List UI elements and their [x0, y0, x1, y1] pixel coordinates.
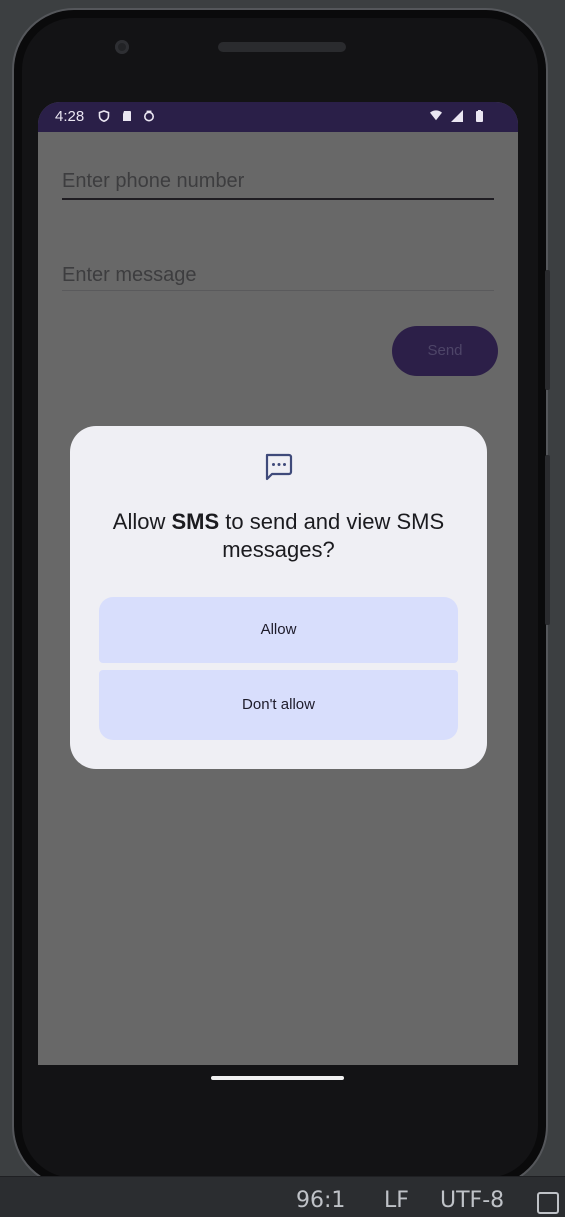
signal-icon — [451, 110, 463, 122]
earpiece-speaker — [218, 42, 346, 52]
status-time: 4:28 — [55, 108, 85, 125]
android-status-bar: 4:28 — [38, 102, 518, 132]
sync-icon — [144, 110, 154, 122]
dont-allow-button[interactable]: Don't allow — [99, 670, 458, 740]
power-button — [545, 270, 550, 390]
dialog-title: Allow SMS to send and view SMS messages? — [90, 508, 467, 564]
send-button[interactable]: Send — [392, 326, 498, 376]
battery-icon — [476, 110, 483, 122]
gesture-handle[interactable] — [211, 1076, 344, 1080]
ide-toolwindow-icon[interactable] — [537, 1192, 559, 1214]
volume-button — [545, 455, 550, 625]
message-field[interactable] — [62, 260, 494, 291]
sms-icon — [265, 453, 293, 481]
message-input[interactable] — [62, 260, 494, 290]
file-encoding[interactable]: UTF-8 — [440, 1186, 504, 1216]
sd-card-icon — [123, 111, 131, 121]
allow-button[interactable]: Allow — [99, 597, 458, 663]
wifi-icon — [430, 110, 442, 121]
dialog-title-prefix: Allow — [112, 509, 172, 534]
dialog-title-suffix: to send and view SMS messages? — [219, 509, 445, 562]
shield-icon — [98, 110, 110, 122]
navigation-bar — [38, 1065, 518, 1135]
device-screen: 4:28 Send — [38, 102, 518, 1065]
front-camera — [115, 40, 129, 54]
phone-number-input[interactable] — [62, 165, 494, 198]
dialog-app-name: SMS — [171, 509, 220, 534]
sms-permission-dialog: Allow SMS to send and view SMS messages?… — [70, 426, 487, 769]
line-ending[interactable]: LF — [384, 1186, 409, 1216]
phone-number-field[interactable] — [62, 165, 494, 200]
caret-position[interactable]: 96:1 — [296, 1186, 345, 1216]
